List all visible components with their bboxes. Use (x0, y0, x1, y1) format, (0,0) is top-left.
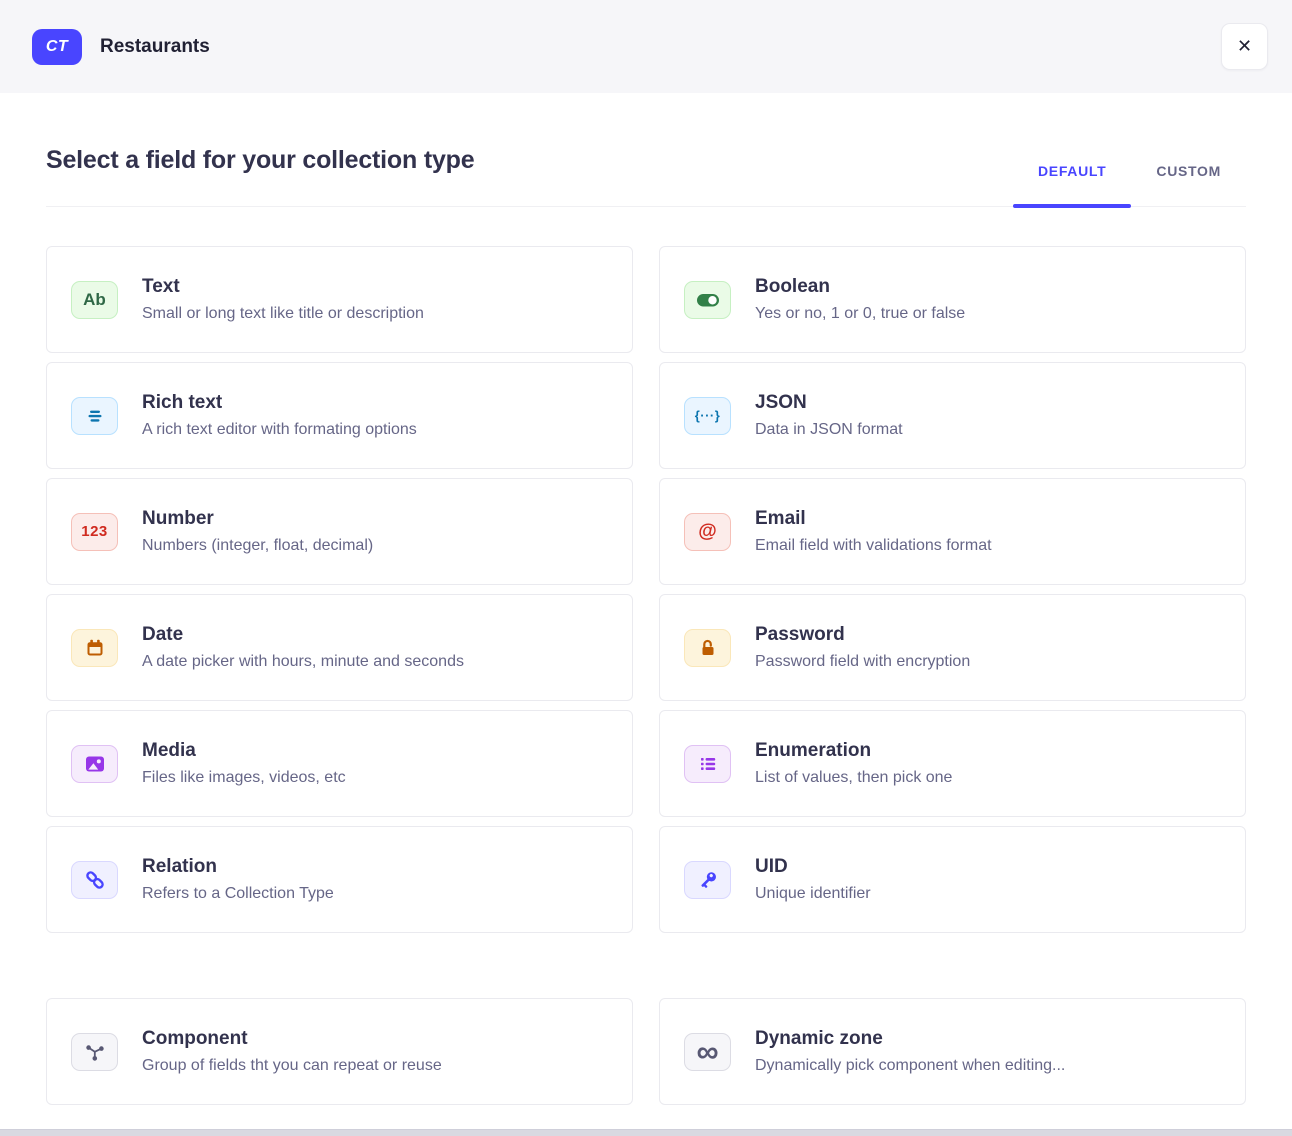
field-description: Password field with encryption (755, 653, 970, 671)
field-description: List of values, then pick one (755, 769, 952, 787)
field-card-json[interactable]: {···} JSON Data in JSON format (659, 362, 1246, 469)
title-row: Select a field for your collection type … (46, 146, 1246, 207)
field-description: Dynamically pick component when editing.… (755, 1057, 1065, 1075)
json-braces-icon: {···} (684, 397, 731, 435)
text-ab-icon: Ab (71, 281, 118, 319)
field-title: Relation (142, 856, 334, 878)
field-grid: Ab Text Small or long text like title or… (46, 246, 1246, 933)
component-nodes-icon (71, 1033, 118, 1071)
field-title: JSON (755, 392, 903, 414)
date-calendar-icon (71, 629, 118, 667)
field-description: Files like images, videos, etc (142, 769, 346, 787)
field-card-email[interactable]: @ Email Email field with validations for… (659, 478, 1246, 585)
page-title: Select a field for your collection type (46, 146, 474, 175)
close-icon: ✕ (1237, 36, 1252, 57)
field-card-text[interactable]: Ab Text Small or long text like title or… (46, 246, 633, 353)
field-description: Email field with validations format (755, 537, 992, 555)
relation-link-icon (71, 861, 118, 899)
number-123-icon: 123 (71, 513, 118, 551)
field-card-date[interactable]: Date A date picker with hours, minute an… (46, 594, 633, 701)
media-picture-icon (71, 745, 118, 783)
collection-title: Restaurants (100, 36, 210, 58)
field-description: Numbers (integer, float, decimal) (142, 537, 373, 555)
tab-custom[interactable]: CUSTOM (1131, 163, 1246, 206)
field-card-media[interactable]: Media Files like images, videos, etc (46, 710, 633, 817)
field-title: Boolean (755, 276, 965, 298)
field-title: UID (755, 856, 871, 878)
field-description: Data in JSON format (755, 421, 903, 439)
uid-key-icon (684, 861, 731, 899)
field-card-password[interactable]: Password Password field with encryption (659, 594, 1246, 701)
field-title: Text (142, 276, 424, 298)
field-card-dynamic-zone[interactable]: ∞ Dynamic zone Dynamically pick componen… (659, 998, 1246, 1105)
enumeration-list-icon (684, 745, 731, 783)
field-card-boolean[interactable]: Boolean Yes or no, 1 or 0, true or false (659, 246, 1246, 353)
field-title: Rich text (142, 392, 417, 414)
field-title: Number (142, 508, 373, 530)
email-at-icon: @ (684, 513, 731, 551)
field-description: A rich text editor with formating option… (142, 421, 417, 439)
field-title: Component (142, 1028, 442, 1050)
field-title: Enumeration (755, 740, 952, 762)
rich-text-icon (71, 397, 118, 435)
field-description: Small or long text like title or descrip… (142, 305, 424, 323)
field-card-number[interactable]: 123 Number Numbers (integer, float, deci… (46, 478, 633, 585)
field-description: Refers to a Collection Type (142, 885, 334, 903)
field-card-uid[interactable]: UID Unique identifier (659, 826, 1246, 933)
extra-field-grid: Component Group of fields tht you can re… (46, 998, 1246, 1105)
field-card-rich-text[interactable]: Rich text A rich text editor with format… (46, 362, 633, 469)
field-card-relation[interactable]: Relation Refers to a Collection Type (46, 826, 633, 933)
field-description: Yes or no, 1 or 0, true or false (755, 305, 965, 323)
field-description: Group of fields tht you can repeat or re… (142, 1057, 442, 1075)
field-title: Dynamic zone (755, 1028, 1065, 1050)
tab-bar: DEFAULT CUSTOM (1013, 163, 1246, 206)
modal-header: CT Restaurants ✕ (0, 0, 1292, 93)
footer-bar (0, 1129, 1292, 1136)
field-title: Date (142, 624, 464, 646)
field-description: Unique identifier (755, 885, 871, 903)
field-title: Password (755, 624, 970, 646)
boolean-toggle-icon (684, 281, 731, 319)
field-title: Media (142, 740, 346, 762)
dynamic-zone-infinity-icon: ∞ (684, 1033, 731, 1071)
password-lock-icon (684, 629, 731, 667)
tab-default[interactable]: DEFAULT (1013, 163, 1131, 206)
close-button[interactable]: ✕ (1221, 23, 1268, 70)
field-card-component[interactable]: Component Group of fields tht you can re… (46, 998, 633, 1105)
field-title: Email (755, 508, 992, 530)
field-description: A date picker with hours, minute and sec… (142, 653, 464, 671)
field-card-enumeration[interactable]: Enumeration List of values, then pick on… (659, 710, 1246, 817)
collection-type-badge: CT (32, 29, 82, 65)
